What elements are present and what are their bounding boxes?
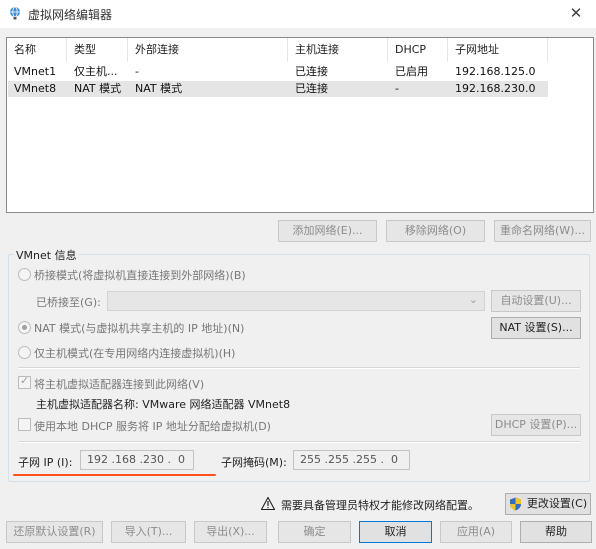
- export-button[interactable]: 导出(X)...: [194, 521, 267, 543]
- cell-type: 仅主机...: [74, 65, 118, 78]
- checkmark-icon: ✓: [20, 374, 30, 387]
- column-header-external[interactable]: 外部连接: [128, 38, 288, 62]
- connect-adapter-label: 将主机虚拟适配器连接到此网络(V): [34, 378, 205, 391]
- dhcp-settings-button[interactable]: DHCP 设置(P)...: [491, 414, 581, 436]
- cell-host: 已连接: [295, 82, 328, 95]
- cell-name: VMnet8: [14, 82, 57, 95]
- virtual-network-editor-window: 虚拟网络编辑器 ✕ 名称 类型 外部连接 主机连接 DHCP 子网地址 VMne…: [0, 0, 596, 549]
- nat-mode-radio[interactable]: [18, 321, 31, 334]
- subnet-mask-label: 子网掩码(M):: [221, 456, 287, 469]
- rename-network-button[interactable]: 重命名网络(W)...: [494, 220, 591, 242]
- bridged-mode-label: 桥接模式(将虚拟机直接连接到外部网络)(B): [34, 269, 246, 282]
- cell-name: VMnet1: [14, 65, 57, 78]
- column-header-dhcp[interactable]: DHCP: [388, 38, 448, 62]
- help-button[interactable]: 帮助: [520, 521, 592, 543]
- table-row[interactable]: VMnet1 仅主机... - 已连接 已启用 192.168.125.0: [8, 64, 548, 80]
- nat-mode-label: NAT 模式(与虚拟机共享主机的 IP 地址)(N): [34, 322, 245, 335]
- column-header-name[interactable]: 名称: [7, 38, 67, 62]
- restore-defaults-button[interactable]: 还原默认设置(R): [6, 521, 103, 543]
- close-button[interactable]: ✕: [556, 0, 596, 28]
- separator: [18, 367, 580, 369]
- host-only-label: 仅主机模式(在专用网络内连接虚拟机)(H): [34, 347, 236, 360]
- subnet-ip-field[interactable]: 192 .168 .230 . 0: [80, 450, 194, 470]
- apply-button[interactable]: 应用(A): [440, 521, 512, 543]
- title-bar: 虚拟网络编辑器 ✕: [0, 0, 596, 28]
- uac-shield-icon: [510, 497, 521, 511]
- column-header-subnet[interactable]: 子网地址: [448, 38, 548, 62]
- separator: [18, 441, 580, 443]
- change-settings-label: 更改设置(C): [526, 497, 588, 510]
- cell-subnet: 192.168.125.0: [455, 65, 536, 78]
- use-dhcp-checkbox[interactable]: [18, 418, 31, 431]
- list-header: 名称 类型 外部连接 主机连接 DHCP 子网地址: [7, 38, 593, 62]
- column-header-type[interactable]: 类型: [67, 38, 128, 62]
- cell-dhcp: 已启用: [395, 65, 428, 78]
- cell-external: NAT 模式: [135, 82, 183, 95]
- admin-notice: 需要具备管理员特权才能修改网络配置。: [281, 499, 479, 512]
- column-header-host[interactable]: 主机连接: [288, 38, 388, 62]
- use-dhcp-label: 使用本地 DHCP 服务将 IP 地址分配给虚拟机(D): [34, 420, 271, 433]
- bridged-to-select[interactable]: ⌄: [107, 291, 485, 311]
- subnet-mask-field[interactable]: 255 .255 .255 . 0: [293, 450, 410, 470]
- change-settings-button[interactable]: 更改设置(C): [505, 493, 591, 515]
- close-icon: ✕: [569, 4, 583, 22]
- network-list[interactable]: 名称 类型 外部连接 主机连接 DHCP 子网地址 VMnet1 仅主机... …: [6, 37, 594, 213]
- vmware-network-icon: [10, 6, 20, 20]
- adapter-name-label: 主机虚拟适配器名称: VMware 网络适配器 VMnet8: [36, 398, 291, 411]
- import-button[interactable]: 导入(T)...: [111, 521, 186, 543]
- ok-button[interactable]: 确定: [278, 521, 351, 543]
- auto-settings-button[interactable]: 自动设置(U)...: [491, 290, 581, 312]
- nat-settings-button[interactable]: NAT 设置(S)...: [491, 317, 581, 339]
- cell-external: -: [135, 65, 139, 78]
- table-row[interactable]: VMnet8 NAT 模式 NAT 模式 已连接 - 192.168.230.0: [8, 81, 548, 97]
- highlight-underline: [13, 474, 216, 476]
- cell-type: NAT 模式: [74, 82, 122, 95]
- cell-host: 已连接: [295, 65, 328, 78]
- bridged-to-label: 已桥接至(G):: [36, 296, 101, 309]
- subnet-ip-label: 子网 IP (I):: [18, 456, 73, 469]
- cell-subnet: 192.168.230.0: [455, 82, 536, 95]
- connect-adapter-checkbox[interactable]: ✓: [18, 374, 31, 389]
- vmnet-info-title: VMnet 信息: [14, 247, 79, 263]
- warning-icon: [261, 497, 275, 510]
- chevron-down-icon: ⌄: [468, 293, 478, 306]
- cancel-button[interactable]: 取消: [359, 521, 432, 543]
- window-title: 虚拟网络编辑器: [28, 8, 113, 22]
- cell-dhcp: -: [395, 82, 399, 95]
- host-only-radio[interactable]: [18, 346, 31, 359]
- bridged-mode-radio[interactable]: [18, 268, 31, 281]
- remove-network-button[interactable]: 移除网络(O): [386, 220, 485, 242]
- add-network-button[interactable]: 添加网络(E)...: [278, 220, 377, 242]
